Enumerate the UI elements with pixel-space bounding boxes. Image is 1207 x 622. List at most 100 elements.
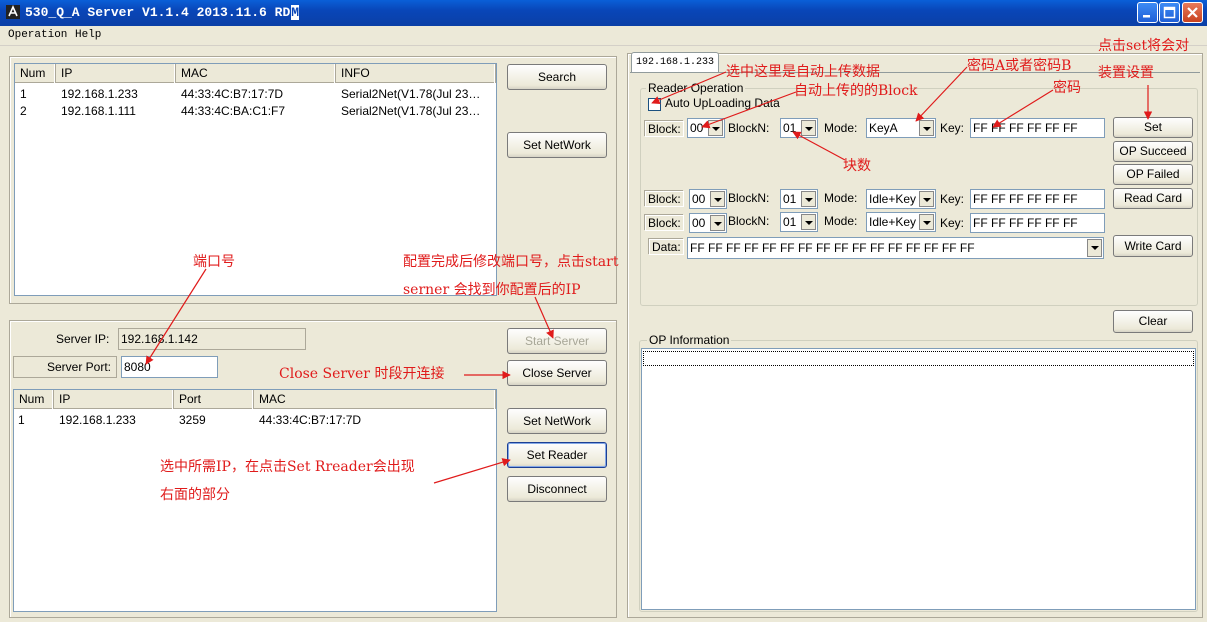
- block-label-2: Block:: [645, 191, 684, 207]
- set-network-button-top[interactable]: Set NetWork: [507, 132, 607, 158]
- chevron-down-icon: [801, 191, 816, 207]
- server-ip-label: Server IP:: [56, 332, 110, 346]
- table-row[interactable]: 2 192.168.1.111 44:33:4C:BA:C1:F7 Serial…: [15, 103, 496, 120]
- key-input-1[interactable]: FF FF FF FF FF FF: [970, 118, 1105, 138]
- blockn-combo-1[interactable]: 01: [780, 118, 818, 138]
- key-input-3[interactable]: FF FF FF FF FF FF: [970, 213, 1105, 233]
- row-ip: 192.168.1.233: [59, 413, 136, 427]
- server-ip-field: 192.168.1.142: [118, 328, 306, 350]
- col-port[interactable]: Port: [174, 390, 254, 409]
- op-information-title: OP Information: [647, 333, 732, 347]
- note-set-1: 点击set将会对: [1098, 38, 1190, 54]
- title-bar: 530_Q_A Server V1.1.4 2013.11.6 RDM: [0, 0, 1207, 26]
- minimize-icon: [1143, 15, 1150, 18]
- data-combo[interactable]: FF FF FF FF FF FF FF FF FF FF FF FF FF F…: [687, 237, 1104, 259]
- read-card-button[interactable]: Read Card: [1113, 188, 1193, 209]
- close-server-button[interactable]: Close Server: [507, 360, 607, 386]
- note-set-2: 装置设置: [1098, 65, 1154, 81]
- chevron-down-icon: [1087, 239, 1102, 257]
- blockn-label-2: BlockN:: [728, 191, 770, 205]
- maximize-button[interactable]: [1159, 2, 1180, 23]
- row-num: 1: [20, 87, 27, 101]
- op-succeed-button[interactable]: OP Succeed: [1113, 141, 1193, 162]
- col-ip[interactable]: IP: [54, 390, 174, 409]
- key-label-3: Key:: [940, 216, 965, 230]
- row-info: Serial2Net(V1.78(Jul 23…: [341, 87, 481, 101]
- menu-operation[interactable]: Operation: [6, 29, 69, 41]
- maximize-icon: [1163, 6, 1176, 19]
- client-list[interactable]: Num IP Port MAC 1 192.168.1.233 3259 44:…: [13, 389, 497, 612]
- menu-help[interactable]: Help: [73, 29, 103, 41]
- key-input-2[interactable]: FF FF FF FF FF FF: [970, 189, 1105, 209]
- col-mac[interactable]: MAC: [176, 64, 336, 83]
- note-port: 端口号: [193, 254, 235, 270]
- mode-combo-2[interactable]: Idle+Key: [866, 189, 936, 209]
- disconnect-button[interactable]: Disconnect: [507, 476, 607, 502]
- note-password: 密码: [1053, 80, 1081, 96]
- mode-label-1: Mode:: [824, 121, 858, 135]
- mode-combo-3[interactable]: Idle+Key: [866, 212, 936, 232]
- block-value-2: 00: [692, 192, 706, 206]
- col-num[interactable]: Num: [14, 390, 54, 409]
- note-set-reader-2: 右面的部分: [160, 487, 230, 503]
- start-server-button[interactable]: Start Server: [507, 328, 607, 354]
- note-set-reader-1: 选中所需IP，在点击Set Rreader会出现: [160, 459, 415, 475]
- server-port-label: Server Port:: [13, 356, 117, 378]
- block-combo-3[interactable]: 00: [689, 213, 727, 233]
- data-value: FF FF FF FF FF FF FF FF FF FF FF FF FF F…: [690, 241, 975, 255]
- col-mac[interactable]: MAC: [254, 390, 496, 409]
- clear-button[interactable]: Clear: [1113, 310, 1193, 333]
- block-value-1: 00: [690, 121, 704, 135]
- note-key-ab: 密码A或者密码B: [967, 58, 1072, 74]
- row-mac: 44:33:4C:B7:17:7D: [181, 87, 284, 101]
- block-combo-1[interactable]: 00: [687, 118, 725, 138]
- auto-upload-checkbox[interactable]: [648, 98, 661, 111]
- row-mac: 44:33:4C:B7:17:7D: [259, 413, 362, 427]
- col-info[interactable]: INFO: [336, 64, 496, 83]
- op-failed-button[interactable]: OP Failed: [1113, 164, 1193, 185]
- mode-value-3: Idle+Key: [869, 215, 917, 229]
- device-list-header: Num IP MAC INFO: [15, 64, 496, 83]
- col-num[interactable]: Num: [15, 64, 56, 83]
- mode-combo-1[interactable]: KeyA: [866, 118, 936, 138]
- blockn-value-1: 01: [783, 121, 797, 135]
- row-num: 1: [18, 413, 25, 427]
- client-list-header: Num IP Port MAC: [14, 390, 496, 409]
- table-row[interactable]: 1 192.168.1.233 3259 44:33:4C:B7:17:7D: [14, 412, 496, 429]
- note-blocks-count: 块数: [843, 158, 871, 174]
- blockn-combo-3[interactable]: 01: [780, 212, 818, 232]
- note-restart-2: serner 会找到你配置后的IP: [403, 282, 581, 298]
- block-combo-2[interactable]: 00: [689, 189, 727, 209]
- search-button[interactable]: Search: [507, 64, 607, 90]
- col-ip[interactable]: IP: [56, 64, 176, 83]
- tab-reader-ip[interactable]: 192.168.1.233: [631, 52, 719, 73]
- reader-operation-title: Reader Operation: [646, 81, 746, 95]
- chevron-down-icon: [919, 214, 934, 230]
- chevron-down-icon: [801, 120, 816, 136]
- op-information-log[interactable]: [641, 348, 1196, 610]
- chevron-down-icon: [801, 214, 816, 230]
- set-reader-button[interactable]: Set Reader: [507, 442, 607, 468]
- mode-label-3: Mode:: [824, 214, 858, 228]
- close-window-button[interactable]: [1182, 2, 1203, 23]
- log-focus-line: [643, 351, 1194, 366]
- set-network-button-bottom[interactable]: Set NetWork: [507, 408, 607, 434]
- row-ip: 192.168.1.233: [61, 87, 138, 101]
- row-port: 3259: [179, 413, 206, 427]
- server-port-input[interactable]: 8080: [121, 356, 218, 378]
- blockn-label-1: BlockN:: [728, 121, 770, 135]
- auto-upload-label[interactable]: Auto UpLoading Data: [665, 96, 780, 110]
- table-row[interactable]: 1 192.168.1.233 44:33:4C:B7:17:7D Serial…: [15, 86, 496, 103]
- close-icon: [1187, 7, 1198, 18]
- key-label-2: Key:: [940, 192, 965, 206]
- row-info: Serial2Net(V1.78(Jul 23…: [341, 104, 481, 118]
- menu-bar: Operation Help: [0, 26, 1207, 46]
- blockn-combo-2[interactable]: 01: [780, 189, 818, 209]
- set-button[interactable]: Set: [1113, 117, 1193, 138]
- note-auto-block: 自动上传的的Block: [794, 83, 918, 99]
- write-card-button[interactable]: Write Card: [1113, 235, 1193, 257]
- data-label: Data:: [649, 239, 684, 255]
- title-end-mark: M: [291, 5, 300, 20]
- minimize-button[interactable]: [1137, 2, 1158, 23]
- chevron-down-icon: [710, 191, 725, 207]
